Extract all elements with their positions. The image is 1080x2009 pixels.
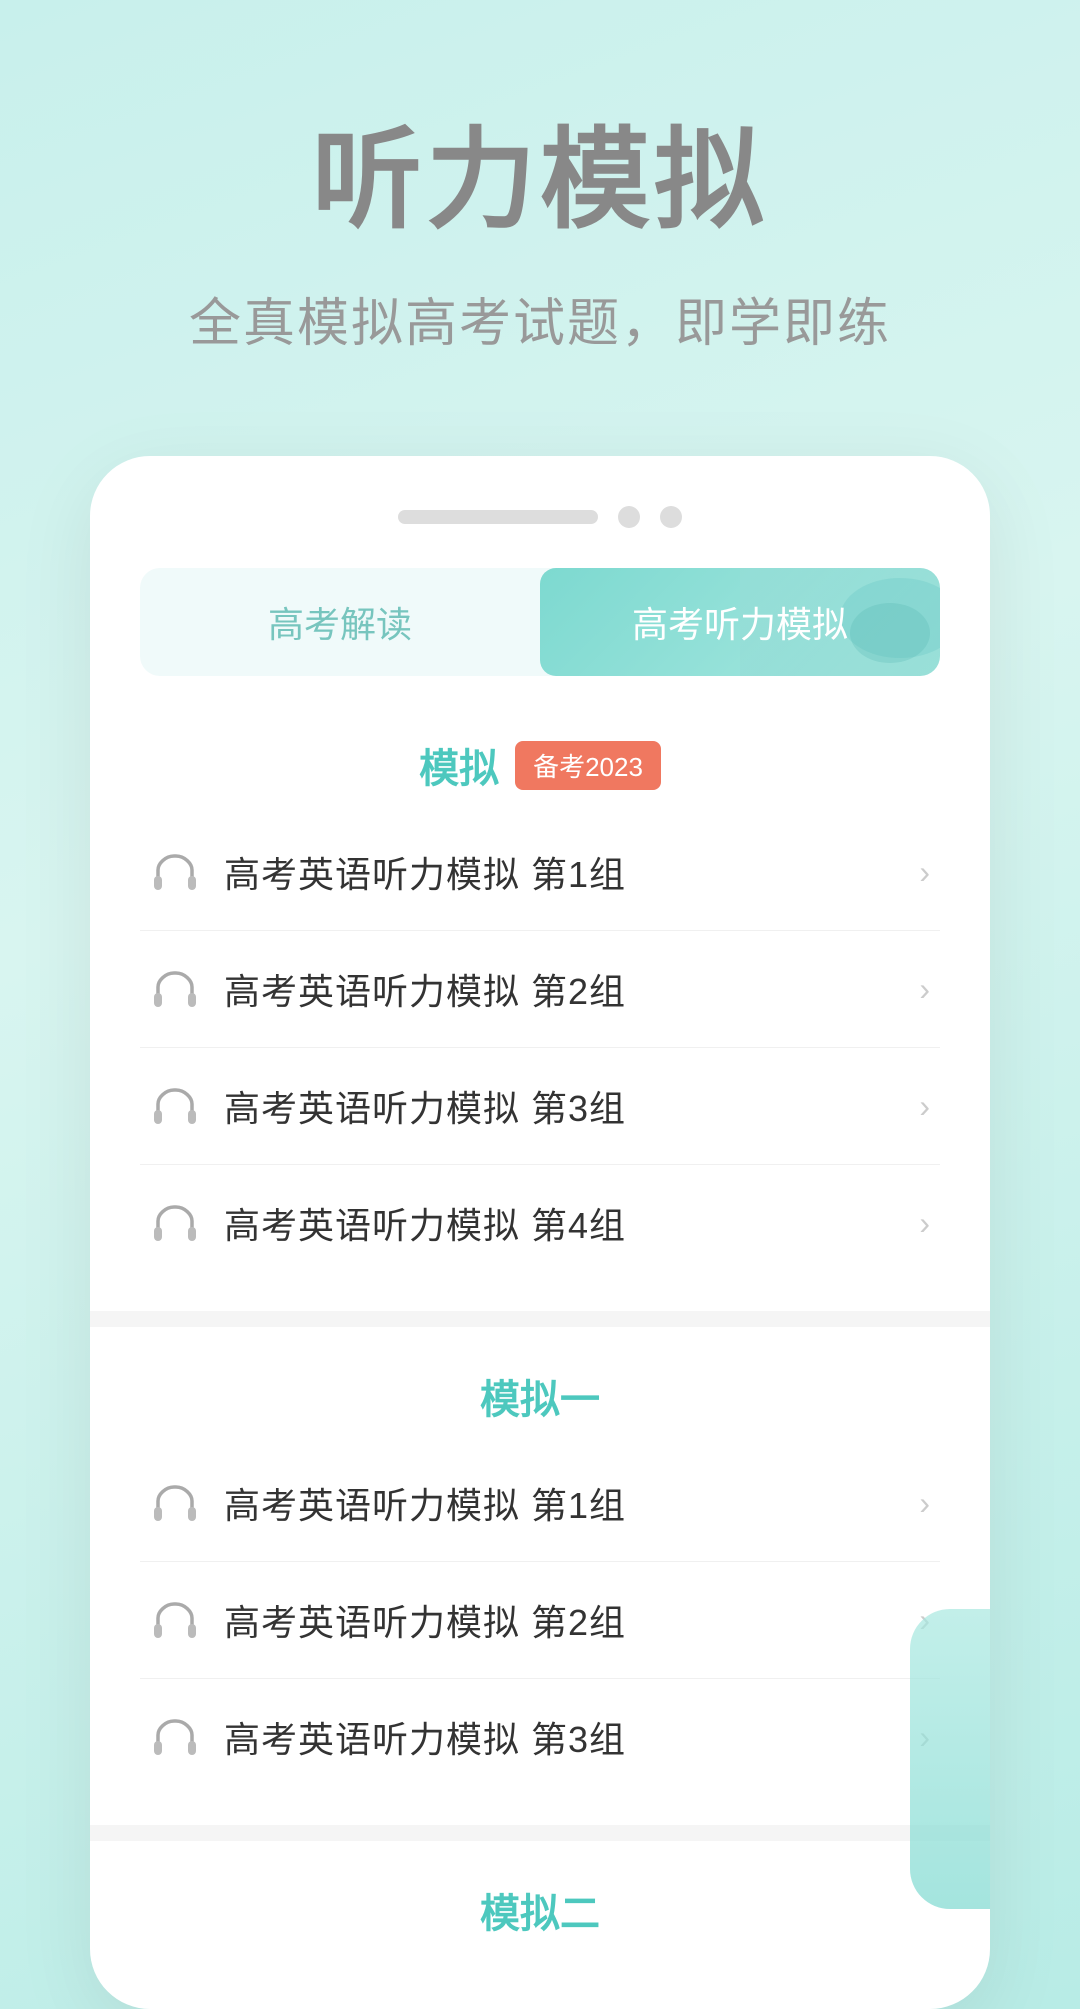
tab-gaokao-jiedu[interactable]: 高考解读 [140, 568, 540, 676]
item-text-moni-4: 高考英语听力模拟 第4组 [224, 1197, 909, 1249]
section-moni2-title: 模拟二 [480, 1881, 600, 1939]
chevron-icon-1: › [919, 854, 930, 891]
page-title: 听力模拟 [60, 120, 1020, 241]
headphone-icon-1 [150, 850, 200, 894]
section-moni2-header: 模拟二 [90, 1851, 990, 1949]
headphone-icon-7 [150, 1715, 200, 1759]
page-header: 听力模拟 全真模拟高考试题，即学即练 [0, 0, 1080, 416]
section-moni1-title: 模拟一 [480, 1367, 600, 1425]
wave-shape-2 [850, 603, 930, 663]
item-text-moni-3: 高考英语听力模拟 第3组 [224, 1080, 909, 1132]
list-item-moni-4[interactable]: 高考英语听力模拟 第4组 › [140, 1165, 940, 1281]
section-moni-title: 模拟 备考2023 [419, 736, 661, 794]
decorative-wave [910, 1609, 990, 1909]
section-divider-1 [90, 1311, 990, 1327]
list-item-moni1-1[interactable]: 高考英语听力模拟 第1组 › [140, 1445, 940, 1562]
page-subtitle: 全真模拟高考试题，即学即练 [60, 281, 1020, 356]
section-moni-list: 高考英语听力模拟 第1组 › 高考英语听力模拟 第2组 › [90, 804, 990, 1301]
section-divider-2 [90, 1825, 990, 1841]
chevron-icon-5: › [919, 1485, 930, 1522]
badge-beikao2023: 备考2023 [515, 741, 661, 790]
notch-bar [398, 510, 598, 524]
item-text-moni1-1: 高考英语听力模拟 第1组 [224, 1477, 909, 1529]
headphone-icon-3 [150, 1084, 200, 1128]
chevron-icon-3: › [919, 1088, 930, 1125]
section-moni1-label: 模拟一 [480, 1367, 600, 1425]
section-moni1-header: 模拟一 [90, 1337, 990, 1435]
chevron-icon-2: › [919, 971, 930, 1008]
item-text-moni1-2: 高考英语听力模拟 第2组 [224, 1594, 909, 1646]
tab-gaokao-jiedu-label: 高考解读 [268, 604, 412, 645]
tab-gaokao-tingli[interactable]: 高考听力模拟 [540, 568, 940, 676]
headphone-icon-4 [150, 1201, 200, 1245]
list-item-moni-1[interactable]: 高考英语听力模拟 第1组 › [140, 814, 940, 931]
headphone-icon-6 [150, 1598, 200, 1642]
item-text-moni-2: 高考英语听力模拟 第2组 [224, 963, 909, 1015]
item-text-moni-1: 高考英语听力模拟 第1组 [224, 846, 909, 898]
headphone-icon-5 [150, 1481, 200, 1525]
phone-top-bar [90, 506, 990, 528]
section-moni-header: 模拟 备考2023 [90, 706, 990, 804]
tab-navigation: 高考解读 高考听力模拟 [140, 568, 940, 676]
list-item-moni-2[interactable]: 高考英语听力模拟 第2组 › [140, 931, 940, 1048]
chevron-icon-4: › [919, 1205, 930, 1242]
list-item-moni1-2[interactable]: 高考英语听力模拟 第2组 › [140, 1562, 940, 1679]
list-item-moni1-3[interactable]: 高考英语听力模拟 第3组 › [140, 1679, 940, 1795]
list-item-moni-3[interactable]: 高考英语听力模拟 第3组 › [140, 1048, 940, 1165]
item-text-moni1-3: 高考英语听力模拟 第3组 [224, 1711, 909, 1763]
phone-dot-1 [618, 506, 640, 528]
tab-gaokao-tingli-label: 高考听力模拟 [632, 604, 848, 645]
section-moni-label: 模拟 [419, 736, 499, 794]
phone-mockup: 高考解读 高考听力模拟 模拟 备考2023 高考英语听力模拟 第 [90, 456, 990, 2009]
section-moni2-label: 模拟二 [480, 1881, 600, 1939]
section-moni1-list: 高考英语听力模拟 第1组 › 高考英语听力模拟 第2组 › [90, 1435, 990, 1815]
headphone-icon-2 [150, 967, 200, 1011]
phone-dot-2 [660, 506, 682, 528]
